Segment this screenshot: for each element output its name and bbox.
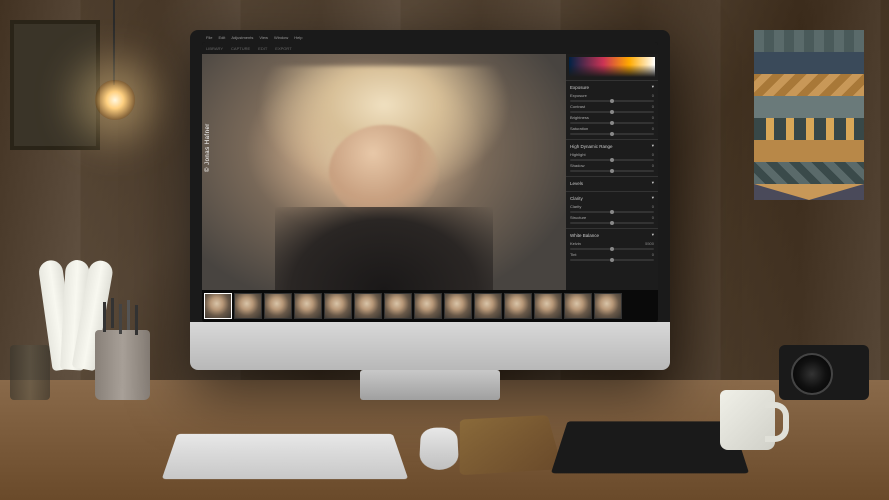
keyboard: [162, 434, 409, 479]
chevron-down-icon[interactable]: ▾: [652, 195, 654, 201]
leather-case: [460, 415, 563, 475]
filmstrip-thumb[interactable]: [204, 293, 232, 319]
brightness-slider[interactable]: [570, 122, 654, 124]
tab-edit[interactable]: EDIT: [258, 46, 267, 51]
slider-value: 0: [652, 163, 654, 168]
slider-label: Exposure: [570, 93, 587, 98]
slider-value: 0: [652, 152, 654, 157]
shadow-slider[interactable]: [570, 170, 654, 172]
panel-title: Levels: [570, 181, 583, 186]
saturation-slider[interactable]: [570, 133, 654, 135]
slider-label: Brightness: [570, 115, 589, 120]
app-window: LIBRARY CAPTURE EDIT EXPORT © Jonas Hafn…: [202, 42, 658, 322]
slider-label: Saturation: [570, 126, 588, 131]
panel-whitebalance[interactable]: White Balance ▾ Kelvin 5500 Tint 0: [566, 228, 658, 265]
pencil-cup: [95, 330, 150, 400]
filmstrip-thumb[interactable]: [504, 293, 532, 319]
slider-value: 0: [652, 93, 654, 98]
photo-credit: © Jonas Hafner: [205, 123, 211, 172]
tab-library[interactable]: LIBRARY: [206, 46, 223, 51]
panel-title: Clarity: [570, 196, 583, 201]
slider-value: 0: [652, 204, 654, 209]
highlight-slider[interactable]: [570, 159, 654, 161]
slider-value: 0: [652, 115, 654, 120]
filmstrip-thumb[interactable]: [234, 293, 262, 319]
slider-label: Structure: [570, 215, 586, 220]
glass-jar: [10, 345, 50, 400]
filmstrip-thumb[interactable]: [294, 293, 322, 319]
menu-item[interactable]: View: [259, 35, 268, 40]
chevron-down-icon[interactable]: ▾: [652, 84, 654, 90]
histogram[interactable]: [569, 57, 655, 77]
monitor-bezel: [190, 322, 670, 370]
imac-monitor: File Edit Adjustments View Window Help L…: [190, 30, 670, 370]
app-toolbar: LIBRARY CAPTURE EDIT EXPORT: [202, 42, 658, 54]
monitor-stand: [360, 370, 500, 400]
filmstrip-thumb[interactable]: [384, 293, 412, 319]
slider-value: 0: [652, 104, 654, 109]
slider-value: 0: [652, 126, 654, 131]
mouse: [419, 428, 459, 470]
slider-label: Highlight: [570, 152, 586, 157]
slider-value: 5500: [645, 241, 654, 246]
edited-photo: [202, 54, 566, 290]
slider-label: Contrast: [570, 104, 585, 109]
filmstrip[interactable]: [202, 290, 658, 322]
panel-title: High Dynamic Range: [570, 144, 613, 149]
panel-levels[interactable]: Levels ▾: [566, 176, 658, 191]
image-viewport[interactable]: © Jonas Hafner: [202, 54, 566, 290]
desk-scene: File Edit Adjustments View Window Help L…: [0, 0, 889, 500]
filmstrip-thumb[interactable]: [324, 293, 352, 319]
structure-slider[interactable]: [570, 222, 654, 224]
chevron-down-icon[interactable]: ▾: [652, 143, 654, 149]
panel-exposure[interactable]: Exposure ▾ Exposure 0 Contrast 0 Brightness…: [566, 80, 658, 139]
menu-item[interactable]: Help: [294, 35, 302, 40]
bulb-wire: [113, 0, 115, 85]
os-menubar: File Edit Adjustments View Window Help: [202, 33, 658, 42]
chevron-down-icon[interactable]: ▾: [652, 232, 654, 238]
panel-title: Exposure: [570, 85, 589, 90]
filmstrip-thumb[interactable]: [414, 293, 442, 319]
panel-hdr[interactable]: High Dynamic Range ▾ Highlight 0 Shadow 0: [566, 139, 658, 176]
camera: [779, 345, 869, 400]
slider-value: 0: [652, 252, 654, 257]
panel-title: White Balance: [570, 233, 599, 238]
filmstrip-thumb[interactable]: [264, 293, 292, 319]
exposure-slider[interactable]: [570, 100, 654, 102]
menu-item[interactable]: Edit: [218, 35, 225, 40]
menu-item[interactable]: File: [206, 35, 212, 40]
chevron-down-icon[interactable]: ▾: [652, 180, 654, 186]
adjustments-panel: Exposure ▾ Exposure 0 Contrast 0 Brightness…: [566, 54, 658, 290]
slider-label: Tint: [570, 252, 577, 257]
slider-label: Kelvin: [570, 241, 581, 246]
kelvin-slider[interactable]: [570, 248, 654, 250]
app-body: © Jonas Hafner Exposure ▾ Exposure 0 Contr…: [202, 54, 658, 290]
light-bulb: [95, 80, 135, 120]
slider-label: Shadow: [570, 163, 584, 168]
filmstrip-thumb[interactable]: [594, 293, 622, 319]
contrast-slider[interactable]: [570, 111, 654, 113]
filmstrip-thumb[interactable]: [444, 293, 472, 319]
map-frame: [10, 20, 100, 150]
slider-value: 0: [652, 215, 654, 220]
clarity-slider[interactable]: [570, 211, 654, 213]
filmstrip-thumb[interactable]: [474, 293, 502, 319]
menu-item[interactable]: Window: [274, 35, 288, 40]
wall-banner: [754, 30, 864, 200]
menu-item[interactable]: Adjustments: [231, 35, 253, 40]
tint-slider[interactable]: [570, 259, 654, 261]
filmstrip-thumb[interactable]: [534, 293, 562, 319]
coffee-mug: [720, 390, 775, 450]
tab-export[interactable]: EXPORT: [275, 46, 291, 51]
panel-clarity[interactable]: Clarity ▾ Clarity 0 Structure 0: [566, 191, 658, 228]
filmstrip-thumb[interactable]: [564, 293, 592, 319]
slider-label: Clarity: [570, 204, 581, 209]
tab-capture[interactable]: CAPTURE: [231, 46, 250, 51]
filmstrip-thumb[interactable]: [354, 293, 382, 319]
